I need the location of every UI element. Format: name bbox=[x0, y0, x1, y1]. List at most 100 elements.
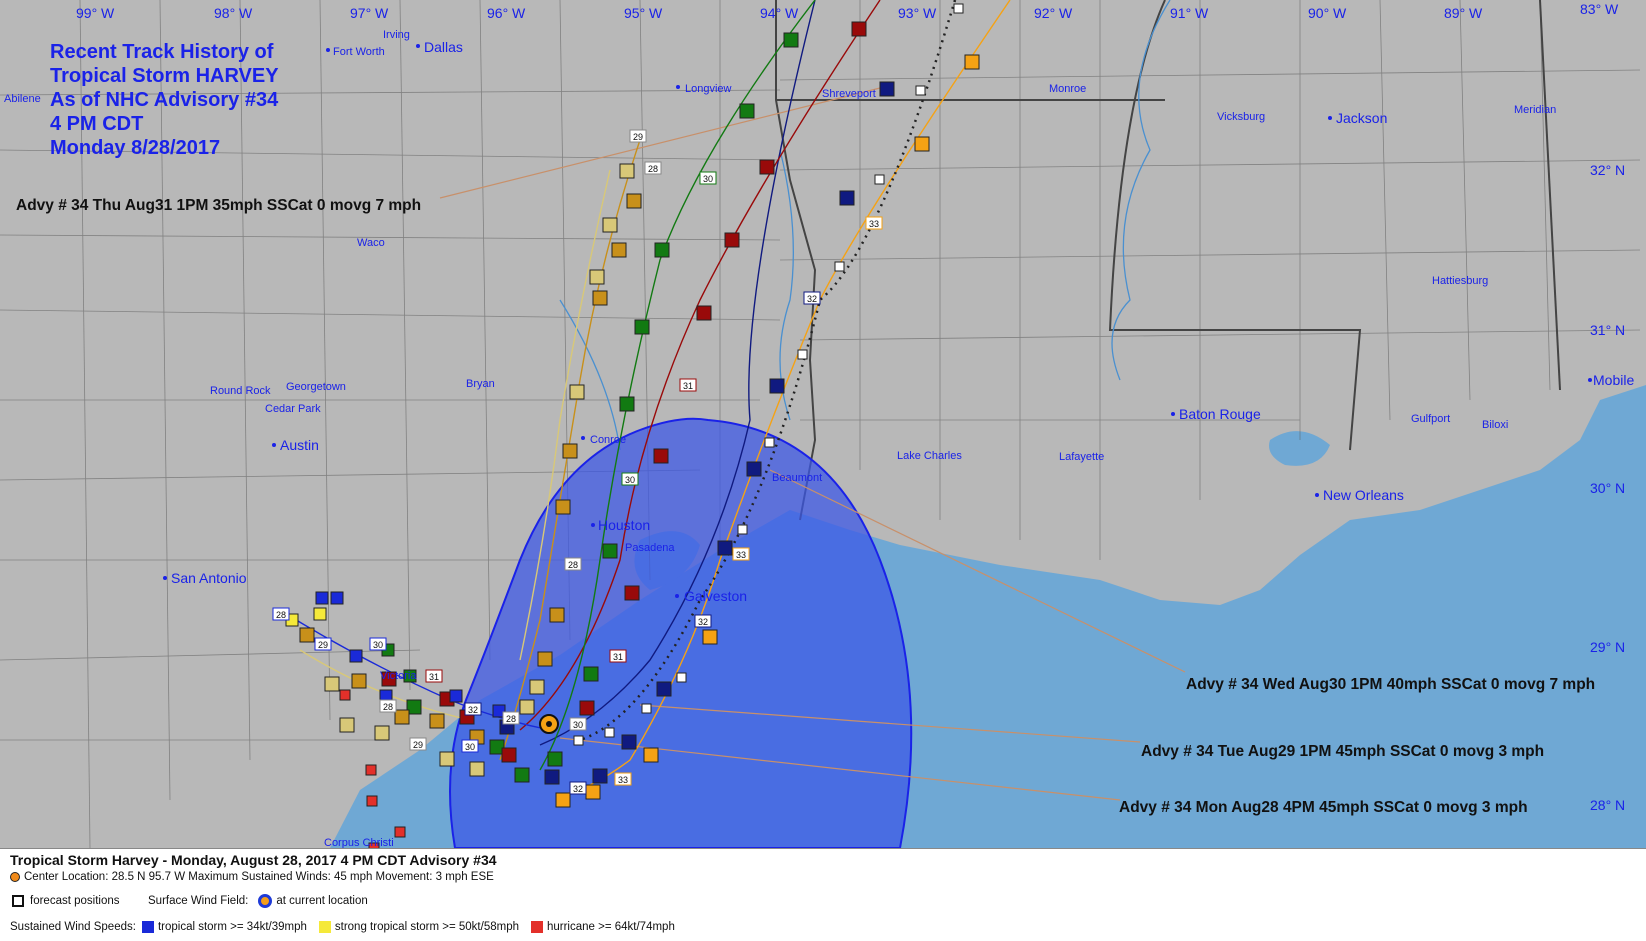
city-label: Waco bbox=[357, 237, 385, 249]
day-label: 28 bbox=[383, 702, 393, 712]
lat-label: 32° N bbox=[1590, 162, 1625, 178]
city-label: Austin bbox=[280, 437, 319, 453]
legend-panel: Tropical Storm Harvey - Monday, August 2… bbox=[0, 848, 1646, 941]
day-label: 28 bbox=[648, 164, 658, 174]
city-label: Baton Rouge bbox=[1179, 406, 1261, 422]
city-label: Houston bbox=[598, 517, 650, 533]
title-line: 4 PM CDT bbox=[50, 113, 144, 135]
legend-center-text: Center Location: 28.5 N 95.7 W Maximum S… bbox=[24, 871, 494, 883]
day-label: 29 bbox=[633, 132, 643, 142]
lat-label: 29° N bbox=[1590, 639, 1625, 655]
day-label: 33 bbox=[618, 775, 628, 785]
city-label: Jackson bbox=[1336, 110, 1387, 126]
title-line: Recent Track History of bbox=[50, 41, 274, 63]
city-label: Hattiesburg bbox=[1432, 275, 1488, 287]
hu-swatch-icon bbox=[530, 921, 543, 933]
city-label: Longview bbox=[685, 83, 732, 95]
lon-label: 90° W bbox=[1308, 5, 1347, 21]
lon-label: 93° W bbox=[898, 5, 937, 21]
city-label: Pasadena bbox=[625, 542, 675, 554]
day-label: 30 bbox=[465, 742, 475, 752]
lon-label: 92° W bbox=[1034, 5, 1073, 21]
title-line: Tropical Storm HARVEY bbox=[50, 65, 279, 87]
lon-label: 98° W bbox=[214, 5, 253, 21]
city-label: Lake Charles bbox=[897, 450, 962, 462]
day-label: 29 bbox=[413, 740, 423, 750]
city-label: Cedar Park bbox=[265, 403, 321, 415]
city-label: Bryan bbox=[466, 378, 495, 390]
city-label: Corpus Christi bbox=[324, 837, 394, 848]
day-label: 31 bbox=[429, 672, 439, 682]
advisory-label: Advy # 34 Thu Aug31 1PM 35mph SSCat 0 mo… bbox=[16, 197, 422, 214]
lat-label: 31° N bbox=[1590, 322, 1625, 338]
city-label: Meridian bbox=[1514, 104, 1556, 116]
legend-title: Tropical Storm Harvey - Monday, August 2… bbox=[10, 852, 497, 868]
legend-current-text: at current location bbox=[276, 895, 368, 907]
city-label: Lafayette bbox=[1059, 451, 1104, 463]
day-label: 28 bbox=[568, 560, 578, 570]
legend-forecast-line: forecast positions bbox=[10, 895, 120, 907]
city-label: New Orleans bbox=[1323, 487, 1404, 503]
day-label: 32 bbox=[573, 784, 583, 794]
city-label: Biloxi bbox=[1482, 419, 1508, 431]
advisory-label: Advy # 34 Tue Aug29 1PM 45mph SSCat 0 mo… bbox=[1141, 743, 1545, 760]
city-label: Round Rock bbox=[210, 385, 271, 397]
advisory-label: Advy # 34 Wed Aug30 1PM 40mph SSCat 0 mo… bbox=[1186, 676, 1596, 693]
title-line: Monday 8/28/2017 bbox=[50, 137, 221, 159]
day-label: 32 bbox=[698, 617, 708, 627]
legend-forecast-text: forecast positions bbox=[30, 895, 120, 907]
day-label: 31 bbox=[683, 381, 693, 391]
city-label: Monroe bbox=[1049, 83, 1086, 95]
lon-label: 99° W bbox=[76, 5, 115, 21]
legend-hu-text: hurricane >= 64kt/74mph bbox=[546, 921, 675, 933]
city-label: Galveston bbox=[684, 588, 747, 604]
day-label: 33 bbox=[736, 550, 746, 560]
city-label: Shreveport bbox=[822, 88, 876, 100]
lon-label: 96° W bbox=[487, 5, 526, 21]
lon-label: 97° W bbox=[350, 5, 389, 21]
center-location-icon bbox=[10, 872, 20, 882]
lat-label: 30° N bbox=[1590, 480, 1625, 496]
city-label: Mobile bbox=[1593, 372, 1634, 388]
day-label: 33 bbox=[869, 219, 879, 229]
day-label: 31 bbox=[613, 652, 623, 662]
city-label: Beaumont bbox=[772, 472, 822, 484]
city-label: Irving bbox=[383, 29, 410, 41]
city-label: Victoria bbox=[380, 670, 417, 682]
legend-ts-text: tropical storm >= 34kt/39mph bbox=[157, 921, 307, 933]
day-label: 30 bbox=[625, 475, 635, 485]
city-label: Fort Worth bbox=[333, 46, 385, 58]
day-label: 30 bbox=[703, 174, 713, 184]
advisory-label: Advy # 34 Mon Aug28 4PM 45mph SSCat 0 mo… bbox=[1119, 799, 1528, 816]
day-label: 32 bbox=[807, 294, 817, 304]
lon-label: 95° W bbox=[624, 5, 663, 21]
legend-center-line: Center Location: 28.5 N 95.7 W Maximum S… bbox=[10, 871, 494, 883]
city-label: Vicksburg bbox=[1217, 111, 1265, 123]
lon-label: 83° W bbox=[1580, 1, 1619, 17]
legend-surface-wind-text: Surface Wind Field: bbox=[148, 895, 249, 907]
sts-swatch-icon bbox=[318, 921, 331, 933]
legend-windfield-line: Surface Wind Field: at current location bbox=[148, 894, 368, 908]
current-location-icon bbox=[258, 894, 273, 908]
legend-speeds-line: Sustained Wind Speeds: tropical storm >=… bbox=[10, 921, 675, 933]
title-line: As of NHC Advisory #34 bbox=[50, 89, 279, 111]
lon-label: 94° W bbox=[760, 5, 799, 21]
ts-swatch-icon bbox=[141, 921, 154, 933]
city-label: Conroe bbox=[590, 434, 626, 446]
city-label: Georgetown bbox=[286, 381, 346, 393]
day-label: 32 bbox=[468, 705, 478, 715]
day-label: 28 bbox=[506, 714, 516, 724]
city-label: Abilene bbox=[4, 93, 41, 105]
day-label: 30 bbox=[573, 720, 583, 730]
city-label: Dallas bbox=[424, 39, 463, 55]
day-label: 28 bbox=[276, 610, 286, 620]
forecast-square-icon bbox=[12, 895, 24, 907]
lon-label: 89° W bbox=[1444, 5, 1483, 21]
legend-sts-text: strong tropical storm >= 50kt/58mph bbox=[334, 921, 519, 933]
day-label: 30 bbox=[373, 640, 383, 650]
city-label: Gulfport bbox=[1411, 413, 1450, 425]
day-label: 29 bbox=[318, 640, 328, 650]
map-title: Recent Track History of Tropical Storm H… bbox=[50, 40, 279, 160]
current-location-marker bbox=[539, 714, 559, 734]
legend-sustained-text: Sustained Wind Speeds: bbox=[10, 921, 136, 933]
